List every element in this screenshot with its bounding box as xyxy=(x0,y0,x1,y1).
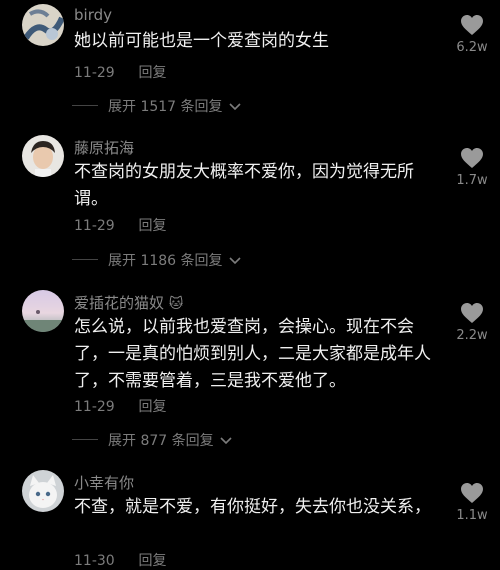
comment-text: 她以前可能也是一个爱查岗的女生 xyxy=(74,31,329,51)
comment-date: 11-30 xyxy=(74,553,115,569)
like-button[interactable]: 2.2w xyxy=(450,302,494,343)
comment-meta: 11-29 回复 xyxy=(74,396,166,416)
like-button[interactable]: 6.2w xyxy=(450,14,494,55)
chevron-down-icon xyxy=(229,103,241,111)
avatar[interactable] xyxy=(22,4,64,46)
comment-date: 11-29 xyxy=(74,399,115,415)
username[interactable]: birdy xyxy=(74,6,112,24)
heart-icon xyxy=(461,148,483,168)
expand-replies-label: 展开 1517 条回复 xyxy=(108,99,223,115)
comment-text: 怎么说，以前我也爱查岗，会操心。现在不会了，一是真的怕烦到别人，二是大家都是成年… xyxy=(74,317,431,391)
comment-text: 不查，就是不爱，有你挺好，失去你也没关系， xyxy=(74,497,431,517)
reply-button[interactable]: 回复 xyxy=(138,399,166,415)
expand-replies-label: 展开 877 条回复 xyxy=(108,433,214,449)
like-count: 2.2w xyxy=(456,328,488,343)
avatar[interactable] xyxy=(22,290,64,332)
avatar[interactable] xyxy=(22,135,64,177)
cat-emoji-icon: 🐱 xyxy=(168,296,184,312)
divider-line xyxy=(72,259,98,260)
like-button[interactable]: 1.7w xyxy=(450,147,494,188)
expand-replies-button[interactable]: 展开 877 条回复 xyxy=(72,430,232,450)
comment-meta: 11-29 回复 xyxy=(74,62,166,82)
like-count: 6.2w xyxy=(456,40,488,55)
expand-replies-label: 展开 1186 条回复 xyxy=(108,253,223,269)
username-text: 爱插花的猫奴 xyxy=(74,294,165,312)
heart-icon xyxy=(461,483,483,503)
comment-date: 11-29 xyxy=(74,65,115,81)
avatar[interactable] xyxy=(22,470,64,512)
comment-text: 不查岗的女朋友大概率不爱你，因为觉得无所谓。 xyxy=(74,162,414,209)
heart-icon xyxy=(461,303,483,323)
expand-replies-button[interactable]: 展开 1517 条回复 xyxy=(72,96,241,116)
username[interactable]: 藤原拓海 xyxy=(74,137,134,158)
like-count: 1.7w xyxy=(456,173,488,188)
heart-icon xyxy=(461,15,483,35)
reply-button[interactable]: 回复 xyxy=(138,218,166,234)
divider-line xyxy=(72,439,98,440)
like-button[interactable]: 1.1w xyxy=(450,482,494,523)
username-text: 藤原拓海 xyxy=(74,139,135,157)
reply-button[interactable]: 回复 xyxy=(138,65,166,81)
comment-meta: 11-29 回复 xyxy=(74,215,166,235)
reply-button[interactable]: 回复 xyxy=(138,553,166,569)
username[interactable]: 小幸有你 xyxy=(74,472,134,493)
like-count: 1.1w xyxy=(456,508,488,523)
username[interactable]: 爱插花的猫奴 🐱 xyxy=(74,292,183,313)
comment-date: 11-29 xyxy=(74,218,115,234)
divider-line xyxy=(72,105,98,106)
username-text: 小幸有你 xyxy=(74,474,135,492)
comment-meta: 11-30 回复 xyxy=(74,550,166,570)
chevron-down-icon xyxy=(229,257,241,265)
expand-replies-button[interactable]: 展开 1186 条回复 xyxy=(72,250,241,270)
username-text: birdy xyxy=(74,6,112,24)
chevron-down-icon xyxy=(220,437,232,445)
